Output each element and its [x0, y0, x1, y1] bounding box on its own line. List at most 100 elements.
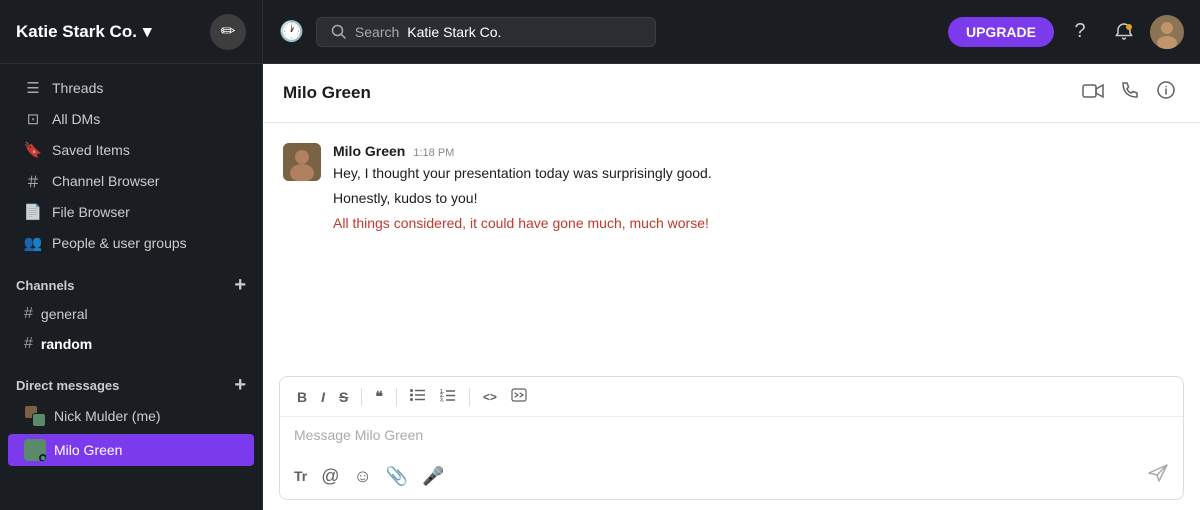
channel-item-general[interactable]: # general	[8, 300, 254, 328]
text-format-button[interactable]: Tr	[290, 464, 311, 488]
channels-section-label: Channels	[16, 278, 75, 293]
numbered-list-icon: 1. 2. 3.	[440, 388, 456, 402]
topbar-right: UPGRADE ?	[948, 14, 1184, 50]
toolbar-divider-1	[361, 388, 362, 406]
channel-name-random: random	[41, 336, 92, 352]
toolbar-divider-3	[469, 388, 470, 406]
svg-text:3.: 3.	[440, 398, 445, 403]
bullet-list-icon	[410, 388, 426, 402]
online-status-dot	[39, 454, 46, 461]
sidebar-nav: ☰ Threads ⊡ All DMs 🔖 Saved Items ＃ Chan…	[0, 64, 262, 267]
sidebar-item-file-browser[interactable]: 📄 File Browser	[8, 197, 254, 227]
workspace-chevron-icon: ▾	[143, 22, 152, 42]
channel-browser-icon: ＃	[24, 172, 42, 190]
mention-button[interactable]: @	[317, 462, 343, 491]
help-button[interactable]: ?	[1062, 14, 1098, 50]
sidebar-item-threads[interactable]: ☰ Threads	[8, 73, 254, 103]
input-bottom-bar: Tr @ ☺ 📎 🎤	[280, 453, 1183, 499]
bullet-list-button[interactable]	[405, 385, 431, 408]
info-button[interactable]	[1152, 76, 1180, 110]
topbar: 🕐 Search Katie Stark Co. UPGRADE ?	[263, 0, 1200, 64]
message-content: Milo Green 1:18 PM Hey, I thought your p…	[333, 143, 1180, 238]
send-icon	[1147, 463, 1169, 483]
input-toolbar: B I S ❝	[280, 377, 1183, 417]
message-sender: Milo Green	[333, 143, 405, 159]
message-placeholder: Message Milo Green	[294, 427, 423, 443]
people-icon: 👥	[24, 234, 42, 252]
saved-items-icon: 🔖	[24, 141, 42, 159]
add-channel-button[interactable]: +	[234, 275, 246, 295]
threads-label: Threads	[52, 80, 103, 96]
add-dm-button[interactable]: +	[234, 375, 246, 395]
search-icon	[331, 24, 347, 40]
phone-call-button[interactable]	[1116, 76, 1144, 110]
sidebar-item-people[interactable]: 👥 People & user groups	[8, 228, 254, 258]
milo-green-avatar	[24, 439, 46, 461]
send-button[interactable]	[1143, 459, 1173, 493]
main-area: 🕐 Search Katie Stark Co. UPGRADE ?	[263, 0, 1200, 510]
message-row: Milo Green 1:18 PM Hey, I thought your p…	[283, 143, 1180, 238]
search-placeholder: Search	[355, 24, 399, 40]
dm-item-nick-mulder[interactable]: Nick Mulder (me)	[8, 400, 254, 432]
channel-item-random[interactable]: # random	[8, 330, 254, 358]
workspace-name-text: Katie Stark Co.	[16, 22, 137, 42]
message-line-3: All things considered, it could have gon…	[333, 213, 1180, 234]
file-browser-label: File Browser	[52, 204, 130, 220]
message-time: 1:18 PM	[413, 147, 454, 159]
search-bar[interactable]: Search Katie Stark Co.	[316, 17, 656, 47]
message-input-area: B I S ❝	[279, 376, 1184, 500]
video-icon	[1082, 83, 1104, 99]
toolbar-divider-2	[396, 388, 397, 406]
italic-button[interactable]: I	[316, 386, 330, 408]
search-context: Katie Stark Co.	[407, 24, 501, 40]
audio-button[interactable]: 🎤	[418, 462, 448, 491]
numbered-list-button[interactable]: 1. 2. 3.	[435, 385, 461, 408]
nick-mulder-avatar	[24, 405, 46, 427]
sidebar-header: Katie Stark Co. ▾ ✏	[0, 0, 262, 64]
message-line-1: Hey, I thought your presentation today w…	[333, 163, 1180, 184]
quote-button[interactable]: ❝	[370, 385, 388, 408]
milo-avatar-image	[283, 143, 321, 181]
sidebar-item-channel-browser[interactable]: ＃ Channel Browser	[8, 166, 254, 196]
topbar-left: 🕐 Search Katie Stark Co.	[279, 17, 656, 47]
message-line-2: Honestly, kudos to you!	[333, 188, 1180, 209]
chat-contact-name: Milo Green	[283, 83, 371, 103]
dms-section-header[interactable]: Direct messages +	[0, 367, 262, 399]
code-button[interactable]: <>	[478, 387, 502, 407]
attach-button[interactable]: 📎	[382, 462, 412, 491]
channels-section-header[interactable]: Channels +	[0, 267, 262, 299]
file-browser-icon: 📄	[24, 203, 42, 221]
user-avatar[interactable]	[1150, 15, 1184, 49]
saved-items-label: Saved Items	[52, 142, 130, 158]
strikethrough-button[interactable]: S	[334, 386, 353, 408]
code-block-icon	[511, 388, 527, 402]
bell-icon	[1114, 22, 1134, 42]
channel-name-general: general	[41, 306, 88, 322]
emoji-button[interactable]: ☺	[350, 462, 376, 491]
sidebar-item-all-dms[interactable]: ⊡ All DMs	[8, 104, 254, 134]
sidebar-item-saved-items[interactable]: 🔖 Saved Items	[8, 135, 254, 165]
bold-button[interactable]: B	[292, 386, 312, 408]
app-container: Katie Stark Co. ▾ ✏ ☰ Threads ⊡ All DMs …	[0, 0, 1200, 510]
hash-icon-random: #	[24, 335, 33, 353]
chat-container: Milo Green	[263, 64, 1200, 510]
sidebar: Katie Stark Co. ▾ ✏ ☰ Threads ⊡ All DMs …	[0, 0, 263, 510]
history-button[interactable]: 🕐	[279, 19, 304, 44]
info-icon	[1156, 80, 1176, 100]
all-dms-icon: ⊡	[24, 110, 42, 128]
notifications-button[interactable]	[1106, 14, 1142, 50]
code-block-button[interactable]	[506, 385, 532, 408]
upgrade-button[interactable]: UPGRADE	[948, 17, 1054, 47]
message-input[interactable]: Message Milo Green	[280, 417, 1183, 453]
hash-icon: #	[24, 305, 33, 323]
sender-avatar	[283, 143, 321, 181]
compose-button[interactable]: ✏	[210, 14, 246, 50]
people-label: People & user groups	[52, 235, 187, 251]
dm-item-milo-green[interactable]: Milo Green	[8, 434, 254, 466]
all-dms-label: All DMs	[52, 111, 100, 127]
user-avatar-image	[1150, 15, 1184, 49]
workspace-name-button[interactable]: Katie Stark Co. ▾	[16, 22, 151, 42]
phone-icon	[1120, 80, 1140, 100]
video-call-button[interactable]	[1078, 78, 1108, 109]
message-header: Milo Green 1:18 PM	[333, 143, 1180, 159]
